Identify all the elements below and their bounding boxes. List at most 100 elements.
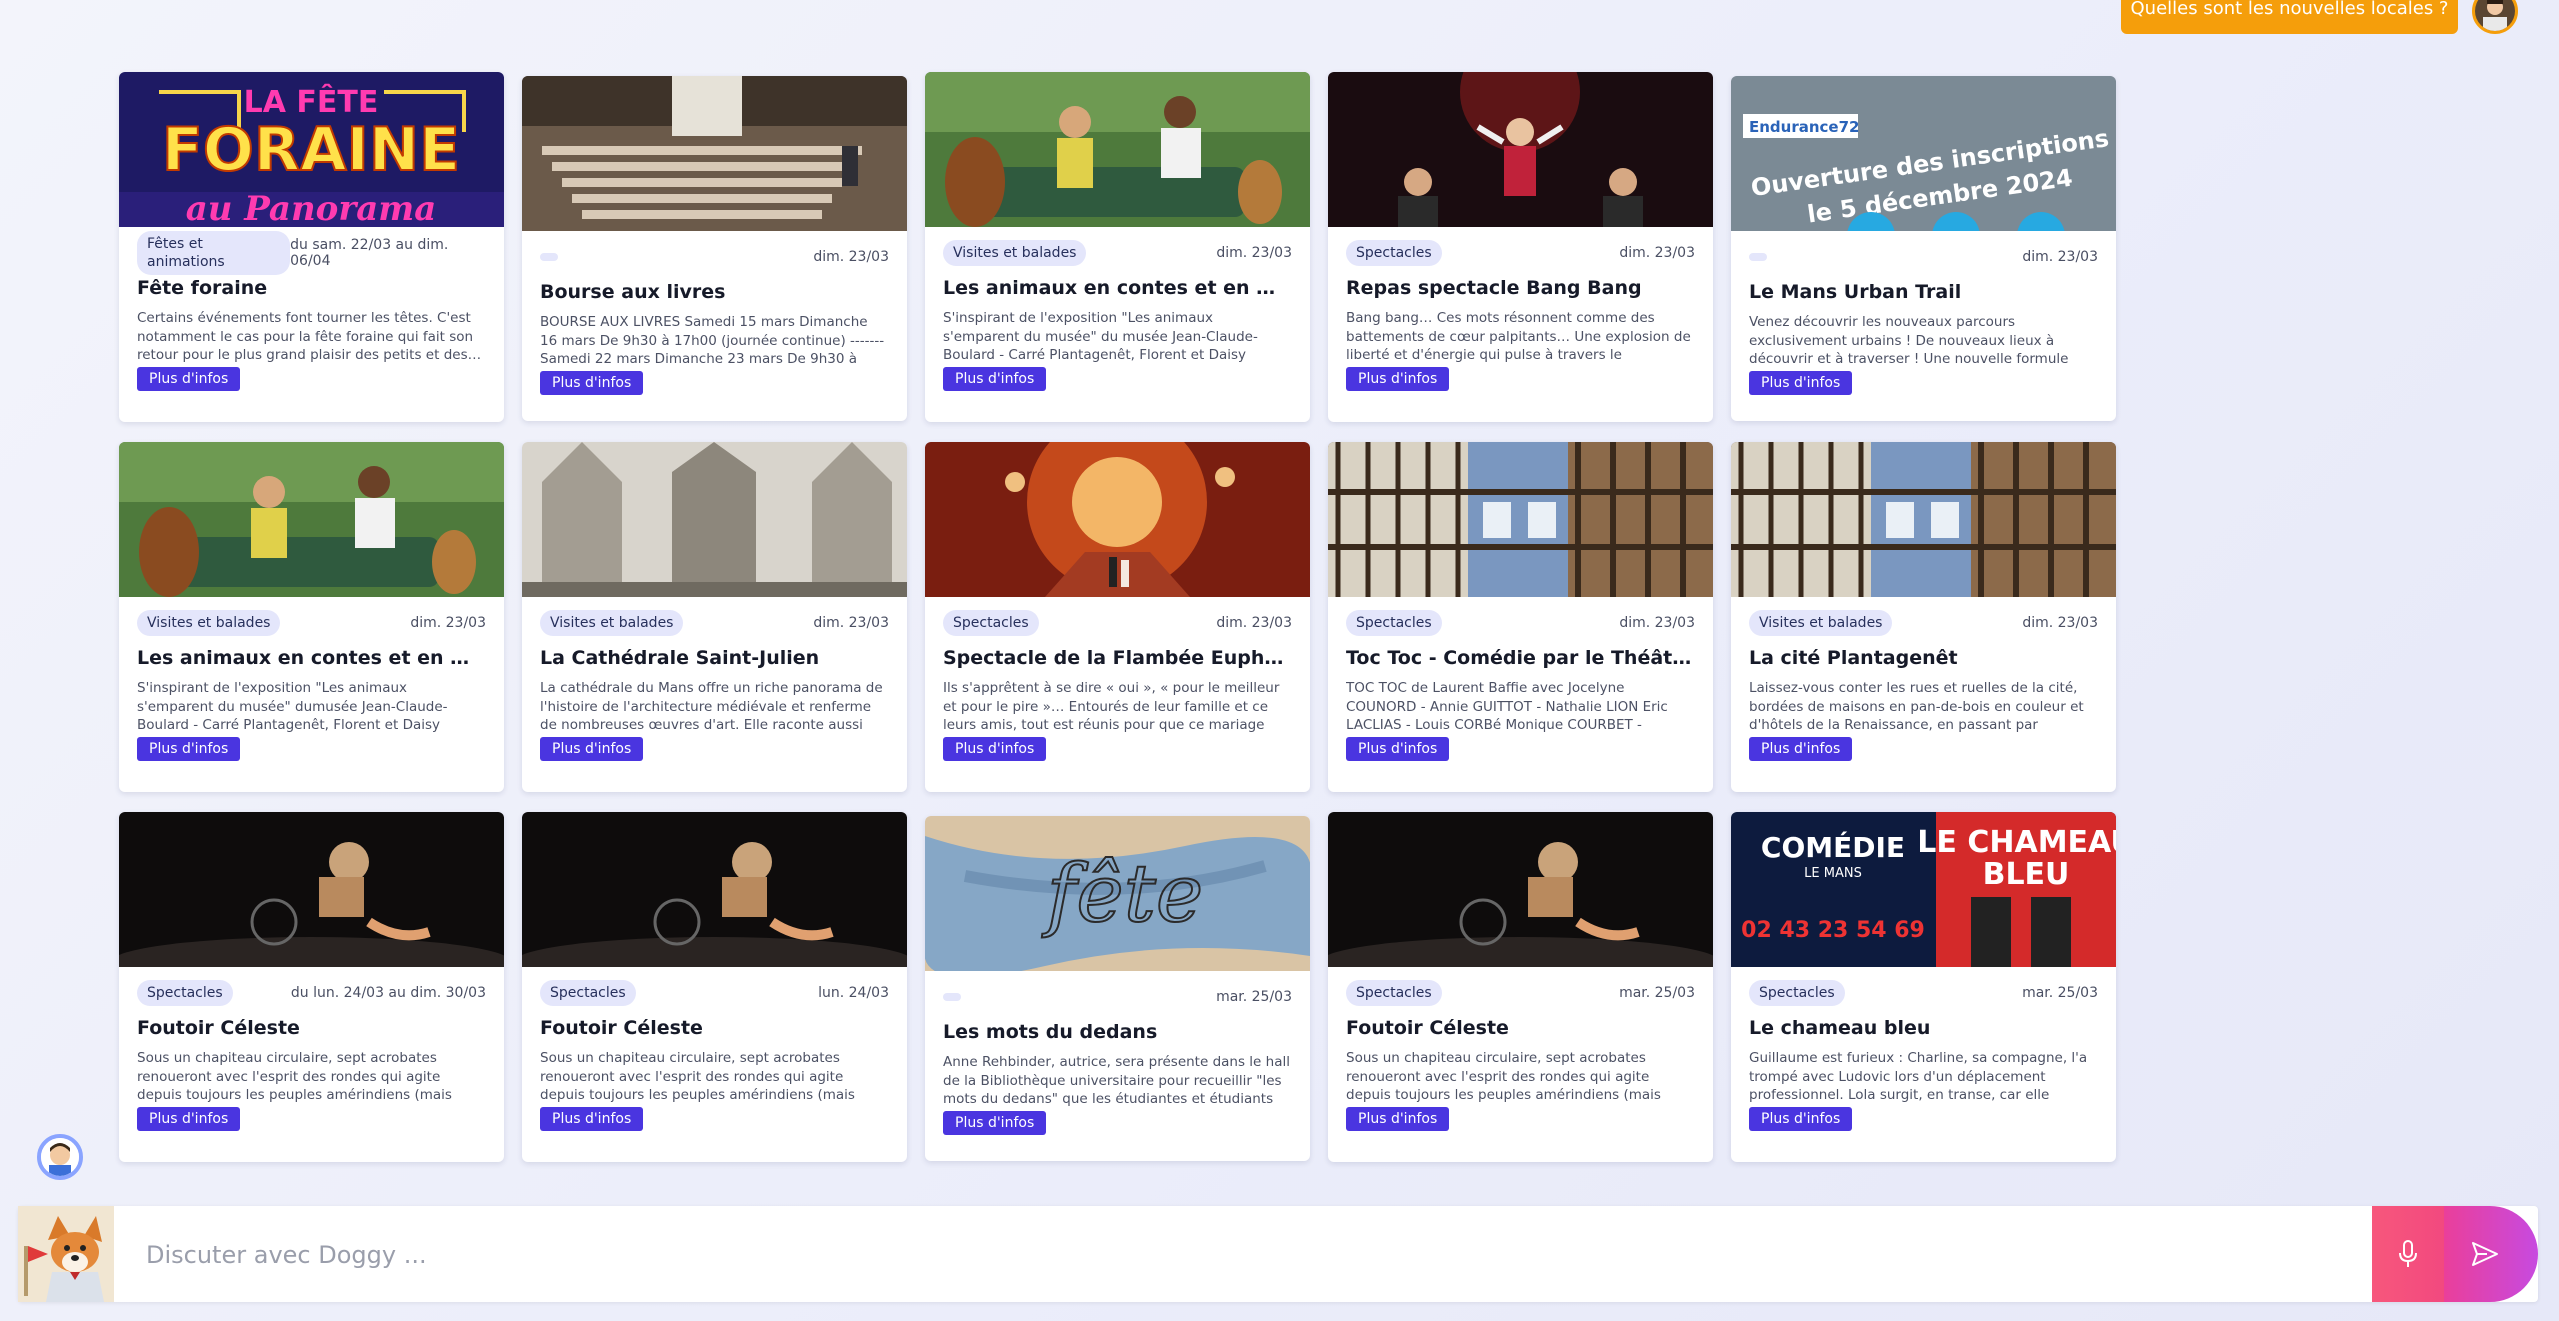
event-card[interactable]: Spectacles dim. 23/03 Spectacle de la Fl… [925,442,1310,792]
more-info-button[interactable]: Plus d'infos [943,367,1047,391]
event-card[interactable]: Spectacles lun. 24/03 Foutoir Céleste So… [522,812,907,1162]
event-title[interactable]: Foutoir Céleste [1346,1017,1695,1039]
event-title[interactable]: Les animaux en contes et en musique [137,647,486,669]
microphone-button[interactable] [2372,1206,2444,1302]
event-title[interactable]: Foutoir Céleste [540,1017,889,1039]
event-card[interactable]: Visites et balades dim. 23/03 La cité Pl… [1731,442,2116,792]
event-description: Bang bang… Ces mots résonnent comme des … [1346,310,1691,363]
top-question-button[interactable]: Quelles sont les nouvelles locales ? [2121,0,2458,34]
more-info-button[interactable]: Plus d'infos [137,737,241,761]
more-info-button[interactable]: Plus d'infos [943,1111,1047,1135]
event-card[interactable]: dim. 23/03 Bourse aux livres BOURSE AUX … [522,76,907,421]
event-title[interactable]: Toc Toc - Comédie par le Théâtre de… [1346,647,1695,669]
event-image[interactable] [1731,442,2116,597]
event-card[interactable]: Spectacles mar. 25/03 Foutoir Céleste So… [1328,812,1713,1162]
event-card[interactable]: fête mar. 25/03 Les mots du dedans Anne … [925,816,1310,1161]
more-info-button[interactable]: Plus d'infos [1749,737,1853,761]
doggy-avatar [18,1206,114,1302]
event-image[interactable] [522,812,907,967]
event-image[interactable] [925,442,1310,597]
event-image[interactable] [1328,442,1713,597]
more-info-button[interactable]: Plus d'infos [540,1107,644,1131]
more-info-button[interactable]: Plus d'infos [137,1107,241,1131]
paint-word: fête [1042,847,1203,940]
event-image[interactable]: fête [925,816,1310,971]
event-title[interactable]: Le Mans Urban Trail [1749,281,2098,303]
event-title[interactable]: Fête foraine [137,277,486,299]
more-info-button[interactable]: Plus d'infos [540,371,644,395]
event-card[interactable]: Endurance72 Ouverture des inscriptions l… [1731,76,2116,421]
event-title[interactable]: La cité Plantagenêt [1749,647,2098,669]
event-description: Certains événements font tourner les têt… [137,310,482,363]
category-badge: Spectacles [1346,610,1442,636]
comedy-title-1: LE CHAMEAU [1917,825,2116,860]
event-title[interactable]: Foutoir Céleste [137,1017,486,1039]
category-badge: Spectacles [943,610,1039,636]
event-card[interactable]: Spectacles dim. 23/03 Toc Toc - Comédie … [1328,442,1713,792]
poster-text-2: FORAINE [162,115,460,185]
event-image[interactable]: Endurance72 Ouverture des inscriptions l… [1731,76,2116,231]
user-avatar[interactable] [2472,0,2518,34]
event-card[interactable]: Visites et balades dim. 23/03 Les animau… [925,72,1310,422]
event-title[interactable]: Les mots du dedans [943,1021,1292,1043]
category-badge: Visites et balades [943,240,1087,266]
event-card[interactable]: Spectacles dim. 23/03 Repas spectacle Ba… [1328,72,1713,422]
event-date: mar. 25/03 [1216,989,1292,1005]
event-description: La cathédrale du Mans offre un riche pan… [540,680,883,733]
more-info-button[interactable]: Plus d'infos [540,737,644,761]
event-card[interactable]: LA FÊTE FORAINE au Panorama Fêtes et ani… [119,72,504,422]
event-card[interactable]: Visites et balades dim. 23/03 La Cathédr… [522,442,907,792]
event-image[interactable]: LA FÊTE FORAINE au Panorama [119,72,504,227]
floating-assistant-avatar[interactable] [37,1134,83,1180]
event-image[interactable] [522,76,907,231]
event-image[interactable] [522,442,907,597]
event-title[interactable]: La Cathédrale Saint-Julien [540,647,889,669]
category-badge [1749,253,1767,261]
more-info-button[interactable]: Plus d'infos [137,367,241,391]
event-title[interactable]: Spectacle de la Flambée Euphorie [943,647,1292,669]
event-date: dim. 23/03 [1619,615,1695,631]
event-description: BOURSE AUX LIVRES Samedi 15 mars Dimanch… [540,314,885,367]
chat-bar [18,1206,2538,1302]
event-date: dim. 23/03 [1216,245,1292,261]
category-badge: Spectacles [540,980,636,1006]
event-card[interactable]: Spectacles du lun. 24/03 au dim. 30/03 F… [119,812,504,1162]
event-card[interactable]: COMÉDIE LE MANS 02 43 23 54 69 LE CHAMEA… [1731,812,2116,1162]
more-info-button[interactable]: Plus d'infos [943,737,1047,761]
more-info-button[interactable]: Plus d'infos [1346,737,1450,761]
comedy-brand: COMÉDIE [1761,830,1905,864]
more-info-button[interactable]: Plus d'infos [1346,367,1450,391]
event-title[interactable]: Les animaux en contes et en musique [943,277,1292,299]
event-title[interactable]: Repas spectacle Bang Bang [1346,277,1695,299]
event-date: dim. 23/03 [813,615,889,631]
event-image[interactable]: COMÉDIE LE MANS 02 43 23 54 69 LE CHAMEA… [1731,812,2116,967]
event-date: dim. 23/03 [813,249,889,265]
microphone-icon [2399,1240,2417,1267]
event-card[interactable]: Visites et balades dim. 23/03 Les animau… [119,442,504,792]
comedy-title-2: BLEU [1983,857,2070,892]
send-button[interactable] [2444,1206,2538,1302]
category-badge [540,253,558,261]
event-date: dim. 23/03 [410,615,486,631]
category-badge: Visites et balades [1749,610,1893,636]
event-description: Sous un chapiteau circulaire, sept acrob… [1346,1050,1661,1103]
event-image[interactable] [119,442,504,597]
event-title[interactable]: Bourse aux livres [540,281,889,303]
event-title[interactable]: Le chameau bleu [1749,1017,2098,1039]
event-date: dim. 23/03 [1216,615,1292,631]
event-date: dim. 23/03 [2022,249,2098,265]
event-image[interactable] [925,72,1310,227]
category-badge: Visites et balades [137,610,281,636]
category-badge: Spectacles [1346,980,1442,1006]
event-image[interactable] [119,812,504,967]
event-date: mar. 25/03 [1619,985,1695,1001]
more-info-button[interactable]: Plus d'infos [1749,371,1853,395]
event-description: TOC TOC de Laurent Baffie avec Jocelyne … [1346,680,1668,733]
more-info-button[interactable]: Plus d'infos [1749,1107,1853,1131]
event-image[interactable] [1328,72,1713,227]
more-info-button[interactable]: Plus d'infos [1346,1107,1450,1131]
comedy-city: LE MANS [1804,866,1862,881]
chat-input[interactable] [144,1231,2348,1279]
category-badge: Spectacles [137,980,233,1006]
event-image[interactable] [1328,812,1713,967]
